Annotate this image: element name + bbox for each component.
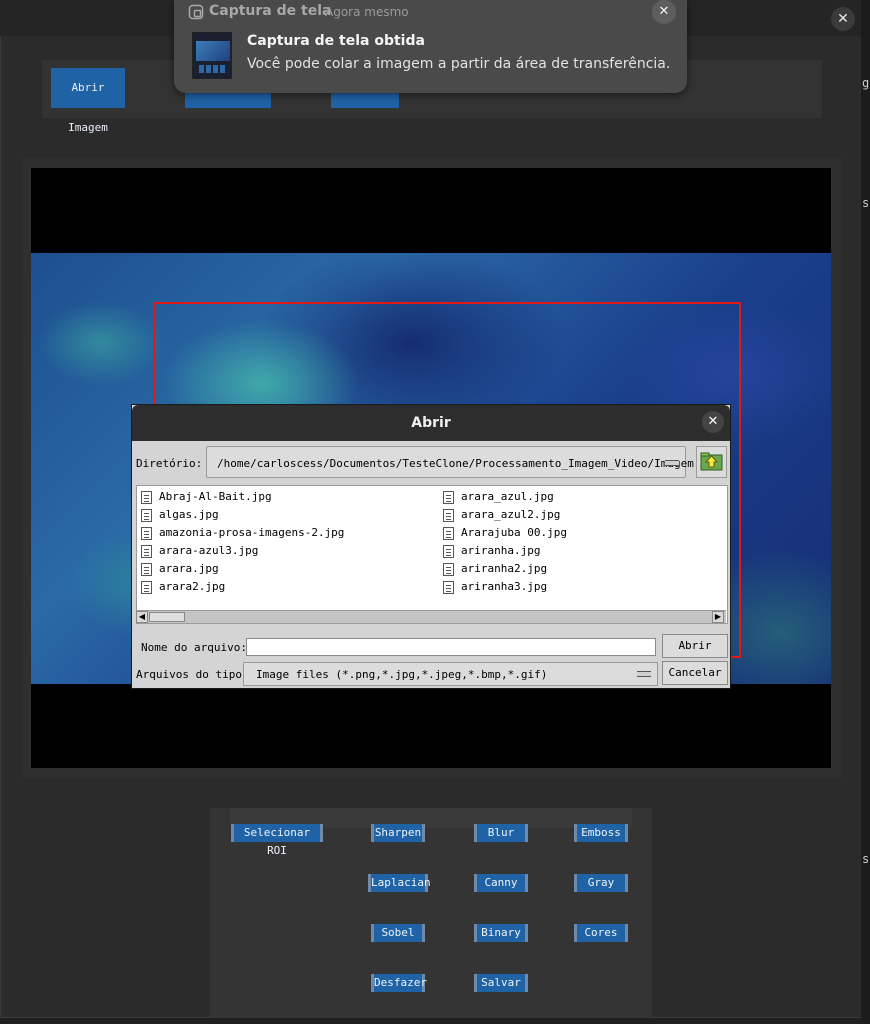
scroll-left-icon[interactable]: ◀ (136, 611, 148, 623)
notification-body: Você pode colar a imagem a partir da áre… (247, 56, 671, 72)
binary-button[interactable]: Binary (474, 924, 528, 942)
file-icon (141, 509, 152, 522)
dropdown-icon (665, 460, 679, 466)
app-close-button[interactable]: ✕ (831, 7, 855, 31)
blur-button[interactable]: Blur (474, 824, 528, 842)
file-icon (141, 545, 152, 558)
open-file-dialog: Abrir ✕ Diretório: /home/carloscess/Docu… (131, 404, 731, 689)
open-button[interactable]: Abrir (662, 634, 728, 658)
directory-label: Diretório: (136, 457, 203, 470)
parent-folder-button[interactable] (696, 446, 727, 478)
canny-button[interactable]: Canny (474, 874, 528, 892)
background-edge-text: g (862, 76, 870, 90)
file-icon (443, 563, 454, 576)
dialog-title: Abrir (411, 415, 451, 431)
cores-button[interactable]: Cores (574, 924, 628, 942)
filename-label: Nome do arquivo: (141, 641, 247, 654)
folder-up-icon (700, 452, 723, 471)
file-icon (141, 491, 152, 504)
screenshot-icon (188, 4, 204, 20)
notification-time: Agora mesmo (325, 5, 409, 19)
dialog-close-icon[interactable]: ✕ (702, 411, 724, 433)
file-icon (141, 563, 152, 576)
gray-button[interactable]: Gray (574, 874, 628, 892)
screenshot-notification[interactable]: Captura de tela Agora mesmo ✕ Captura de… (174, 0, 687, 93)
file-icon (443, 581, 454, 594)
scrollbar-thumb[interactable] (149, 612, 185, 622)
background-window-edge (861, 0, 870, 1024)
filetype-combobox[interactable]: Image files (*.png,*.jpg,*.jpeg,*.bmp,*.… (243, 662, 658, 686)
sobel-button[interactable]: Sobel (371, 924, 425, 942)
file-icon (141, 581, 152, 594)
filename-input[interactable] (246, 638, 656, 656)
file-list[interactable]: Abraj-Al-Bait.jpg algas.jpg amazonia-pro… (136, 485, 728, 624)
notification-close-icon[interactable]: ✕ (652, 0, 676, 24)
save-button[interactable]: Salvar (474, 974, 528, 992)
dropdown-icon (637, 671, 651, 677)
filetype-value: Image files (*.png,*.jpg,*.jpeg,*.bmp,*.… (256, 668, 548, 681)
scroll-right-icon[interactable]: ▶ (712, 611, 724, 623)
screenshot-thumbnail (192, 32, 232, 79)
directory-path: /home/carloscess/Documentos/TesteClone/P… (217, 457, 694, 470)
sharpen-button[interactable]: Sharpen (371, 824, 425, 842)
filetype-label: Arquivos do tipo: (136, 668, 249, 681)
open-image-button[interactable]: Abrir Imagem (51, 68, 125, 134)
select-roi-button[interactable]: Selecionar ROI (231, 824, 323, 857)
notification-title: Captura de tela obtida (247, 33, 425, 49)
notification-app-name: Captura de tela (209, 3, 332, 19)
background-edge-text: s (862, 852, 870, 866)
cancel-button[interactable]: Cancelar (662, 661, 728, 685)
laplacian-button[interactable]: Laplacian (368, 874, 431, 892)
horizontal-scrollbar[interactable]: ◀ ▶ (136, 610, 726, 623)
file-icon (443, 545, 454, 558)
file-icon (443, 527, 454, 540)
emboss-button[interactable]: Emboss (574, 824, 628, 842)
file-icon (443, 491, 454, 504)
background-edge-text: s (862, 196, 870, 210)
file-icon (443, 509, 454, 522)
file-icon (141, 527, 152, 540)
undo-button[interactable]: Desfazer (371, 974, 427, 992)
directory-combobox[interactable]: /home/carloscess/Documentos/TesteClone/P… (206, 446, 694, 478)
